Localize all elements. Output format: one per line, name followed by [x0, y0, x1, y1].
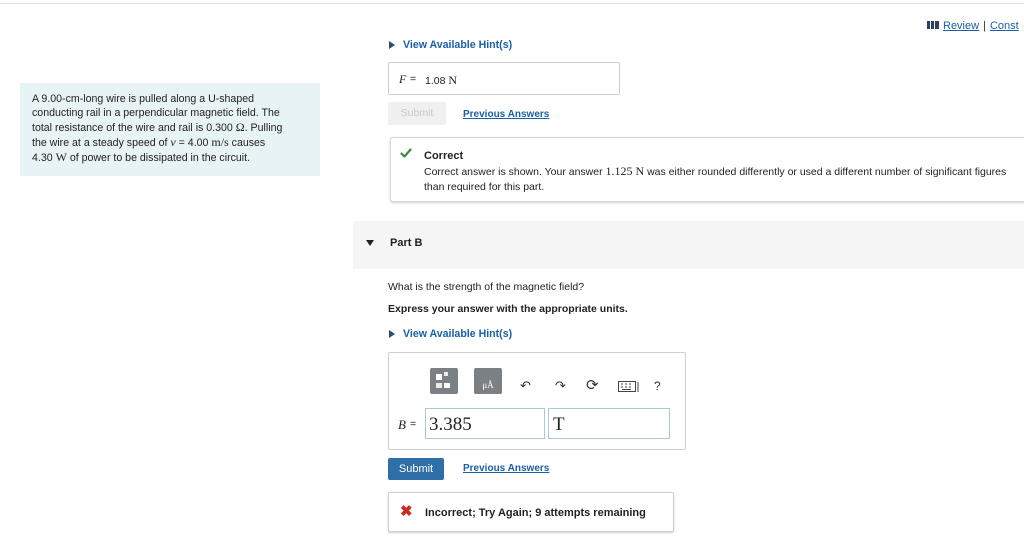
- incorrect-x-icon: ✖: [400, 503, 413, 520]
- part-b-answer-editor: μÅ ↶ ↷ ⟳ ? B = 3.385 T: [388, 352, 686, 450]
- problem-line-3: total resistance of the wire and rail is…: [32, 122, 236, 134]
- redo-icon[interactable]: ↷: [555, 378, 566, 394]
- templates-icon: [436, 372, 450, 388]
- checkmark-icon: [400, 148, 412, 158]
- part-a-answer-display: F = 1.08 N: [388, 62, 620, 95]
- units-symbols-icon: μÅ: [482, 380, 494, 390]
- keyboard-icon[interactable]: [618, 381, 640, 393]
- feedback-title: Correct: [424, 150, 464, 162]
- ohm-unit: Ω: [235, 120, 245, 134]
- units-input[interactable]: T: [548, 408, 670, 439]
- part-a-submit-button[interactable]: Submit: [388, 102, 446, 125]
- equals-sign: =: [410, 418, 417, 430]
- undo-icon[interactable]: ↶: [520, 378, 531, 394]
- part-b-feedback-incorrect: ✖ Incorrect; Try Again; 9 attempts remai…: [388, 492, 674, 532]
- power-unit: W: [55, 150, 67, 164]
- symbols-button[interactable]: μÅ: [474, 368, 502, 394]
- problem-line-2: conducting rail in a perpendicular magne…: [32, 107, 280, 119]
- reset-icon[interactable]: ⟳: [586, 376, 599, 394]
- top-divider: [0, 3, 1024, 4]
- review-link[interactable]: Review: [943, 20, 979, 32]
- problem-line-5-end: of power to be dissipated in the circuit…: [66, 152, 251, 164]
- expand-triangle-icon: [389, 330, 395, 338]
- part-b-title: Part B: [390, 237, 423, 249]
- feedback-text-1: Correct answer is shown. Your answer: [424, 166, 606, 178]
- answer-unit: N: [448, 73, 458, 87]
- constants-link[interactable]: Const: [990, 20, 1019, 32]
- hint-label: View Available Hint(s): [403, 39, 513, 51]
- part-b-submit-button[interactable]: Submit: [388, 458, 444, 480]
- speed-eq: = 4.00: [175, 137, 212, 149]
- problem-statement: A 9.00-cm-long wire is pulled along a U-…: [20, 83, 320, 176]
- templates-button[interactable]: [430, 368, 458, 394]
- value-input[interactable]: 3.385: [425, 408, 545, 439]
- answer-number: 1.08: [425, 75, 449, 87]
- feedback-message: Correct answer is shown. Your answer 1.1…: [424, 164, 1014, 194]
- equals-sign: =: [410, 73, 417, 85]
- collapse-caret-icon: [366, 240, 374, 246]
- incorrect-message: Incorrect; Try Again; 9 attempts remaini…: [425, 507, 646, 519]
- part-b-header[interactable]: Part B: [353, 221, 1024, 269]
- part-b-instruction: Express your answer with the appropriate…: [388, 303, 628, 315]
- power-number: 4.30: [32, 152, 56, 164]
- link-separator: |: [983, 20, 986, 32]
- review-icon: [927, 21, 939, 29]
- problem-line-4: the wire at a steady speed of: [32, 137, 171, 149]
- help-icon[interactable]: ?: [654, 379, 661, 393]
- expand-triangle-icon: [389, 41, 395, 49]
- part-a-hints-toggle[interactable]: View Available Hint(s): [389, 39, 512, 51]
- answer-value: 1.08 N: [425, 73, 457, 88]
- speed-unit: m/s: [211, 135, 229, 149]
- part-b-question: What is the strength of the magnetic fie…: [388, 281, 585, 293]
- problem-line-1: A 9.00-cm-long wire is pulled along a U-…: [32, 93, 255, 105]
- answer-variable: B: [398, 417, 406, 432]
- hint-label: View Available Hint(s): [403, 328, 513, 340]
- answer-variable: F: [399, 72, 407, 86]
- review-constants-links: Review | Const: [927, 20, 1019, 32]
- svg-text:μÅ: μÅ: [482, 380, 494, 390]
- part-b-previous-answers-link[interactable]: Previous Answers: [463, 463, 549, 474]
- feedback-math: 1.125 N: [605, 164, 645, 178]
- part-a-feedback-correct: Correct Correct answer is shown. Your an…: [390, 137, 1024, 202]
- part-b-hints-toggle[interactable]: View Available Hint(s): [389, 328, 512, 340]
- problem-line-3-end: . Pulling: [244, 122, 283, 134]
- part-a-previous-answers-link[interactable]: Previous Answers: [463, 109, 549, 120]
- problem-line-4-end: causes: [228, 137, 266, 149]
